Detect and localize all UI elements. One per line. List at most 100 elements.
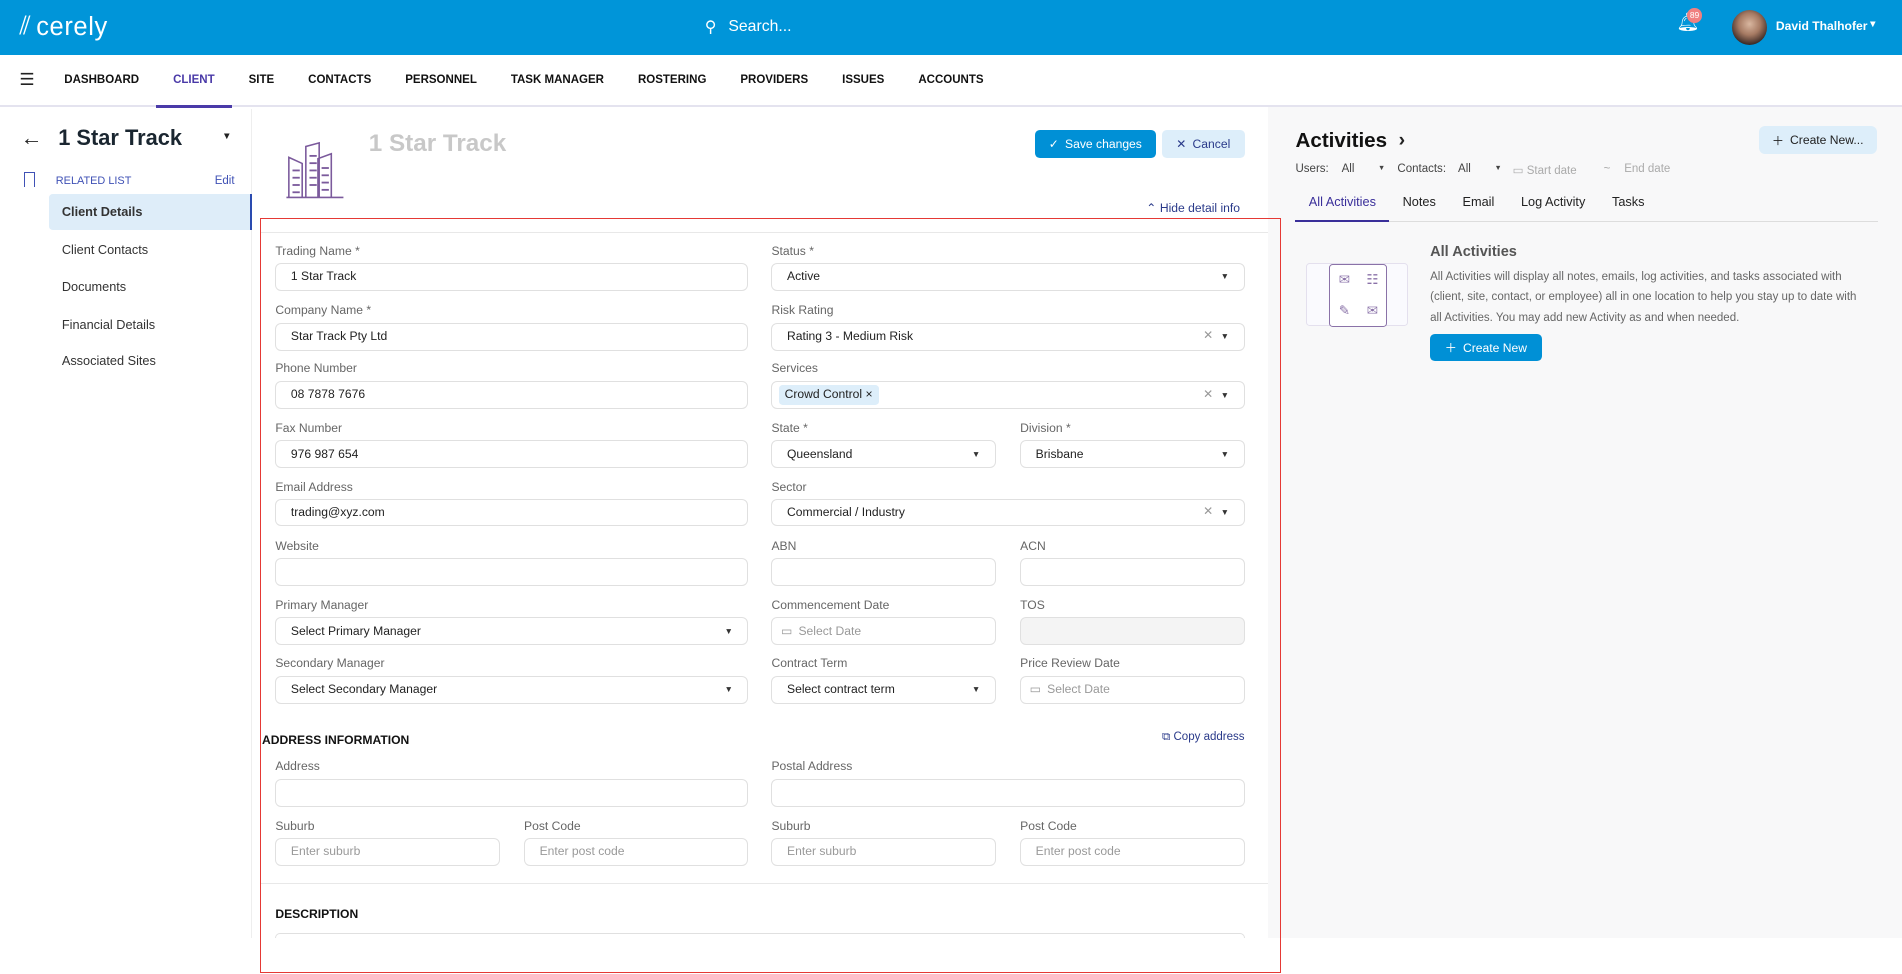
caret-down-icon[interactable]: ▼ [1868, 19, 1878, 30]
price-review-date-picker[interactable]: ▭ Select Date [1020, 675, 1245, 704]
tab-tasks[interactable]: Tasks [1599, 182, 1658, 221]
contacts-filter-select[interactable]: All ▼ [1458, 163, 1502, 175]
placeholder: Enter suburb [787, 844, 857, 859]
secondary-manager-select[interactable]: Select Secondary Manager ▼ [275, 675, 749, 704]
nav-task-manager[interactable]: TASK MANAGER [494, 54, 621, 106]
acn-input[interactable] [1020, 557, 1245, 586]
copy-label: Copy address [1173, 731, 1245, 744]
chevron-right-icon[interactable]: › [1399, 129, 1405, 152]
cancel-button[interactable]: ✕ Cancel [1162, 129, 1245, 158]
postal-suburb-input[interactable]: Enter suburb [771, 838, 996, 867]
fax-label: Fax Number [275, 420, 343, 435]
search-input[interactable]: ⚲ Search... [705, 17, 792, 37]
clear-icon[interactable]: ✕ [1203, 387, 1213, 401]
caret-down-icon: ▼ [1220, 331, 1229, 342]
value: All [1341, 162, 1355, 175]
email-label: Email Address [275, 480, 353, 495]
division-select[interactable]: Brisbane ▼ [1020, 440, 1245, 469]
clear-icon[interactable]: ✕ [1203, 504, 1213, 518]
back-arrow-icon[interactable]: ← [21, 125, 43, 151]
save-changes-button[interactable]: ✓ Save changes [1034, 129, 1156, 158]
value: Active [787, 269, 821, 284]
description-input[interactable] [275, 932, 1245, 938]
description-heading: DESCRIPTION [275, 907, 359, 922]
suburb-input[interactable]: Enter suburb [275, 838, 500, 867]
nav-dashboard[interactable]: DASHBOARD [47, 54, 156, 106]
calendar-icon: ▭ [1029, 681, 1042, 696]
create-new-activity-button[interactable]: ＋ Create New [1430, 333, 1542, 362]
abn-input[interactable] [771, 557, 996, 586]
contacts-filter-label: Contacts: [1397, 162, 1447, 175]
website-input[interactable] [275, 557, 749, 586]
avatar[interactable] [1732, 9, 1768, 45]
sector-label: Sector [771, 480, 807, 495]
menu-icon[interactable]: ☰ [19, 71, 35, 88]
value: 1 Star Track [290, 269, 357, 284]
start-date-input[interactable]: ▭ Start date [1513, 163, 1577, 177]
remove-tag-icon[interactable]: × [865, 387, 872, 401]
clear-icon[interactable]: ✕ [1203, 328, 1213, 342]
post-code-input[interactable]: Enter post code [524, 838, 749, 867]
calendar-icon: ▭ [1512, 164, 1524, 177]
postal-address-input[interactable] [771, 778, 1245, 807]
nav-site[interactable]: SITE [232, 54, 292, 106]
nav-personnel[interactable]: PERSONNEL [388, 54, 494, 106]
address-input[interactable] [275, 778, 749, 807]
activities-title: Activities [1295, 128, 1388, 152]
tab-all-activities[interactable]: All Activities [1295, 182, 1390, 223]
tab-notes[interactable]: Notes [1389, 182, 1449, 221]
division-label: Division * [1020, 420, 1071, 435]
contract-term-select[interactable]: Select contract term ▼ [771, 675, 996, 704]
nav-issues[interactable]: ISSUES [825, 54, 901, 106]
close-icon: ✕ [1176, 136, 1187, 151]
fax-input[interactable]: 976 987 654 [275, 440, 749, 469]
value: Select Secondary Manager [290, 681, 438, 696]
caret-down-icon: ▼ [724, 625, 733, 636]
sidebar-item-documents[interactable]: Documents [49, 269, 253, 305]
risk-rating-select[interactable]: Rating 3 - Medium Risk ✕ ▼ [771, 322, 1245, 351]
tab-email[interactable]: Email [1449, 182, 1507, 221]
commencement-date-picker[interactable]: ▭ Select Date [771, 617, 996, 646]
postal-post-code-input[interactable]: Enter post code [1020, 838, 1245, 867]
placeholder: Select Date [798, 623, 862, 638]
nav-rostering[interactable]: ROSTERING [621, 54, 723, 106]
create-new-menu-button[interactable]: ＋ Create New... [1758, 126, 1877, 155]
logo[interactable]: ⫽ cerely [19, 12, 107, 42]
sidebar-item-client-details[interactable]: Client Details [48, 194, 253, 231]
users-filter-select[interactable]: All ▼ [1342, 163, 1386, 175]
state-select[interactable]: Queensland ▼ [771, 440, 996, 469]
nav-providers[interactable]: PROVIDERS [723, 54, 825, 106]
client-switch-caret-icon[interactable]: ▼ [222, 131, 232, 142]
value: Commercial / Industry [787, 504, 905, 519]
tab-log-activity[interactable]: Log Activity [1508, 182, 1599, 221]
sector-select[interactable]: Commercial / Industry ✕ ▼ [771, 498, 1245, 527]
chevron-up-icon: ⌃ [1146, 201, 1157, 216]
value: Star Track Pty Ltd [290, 328, 388, 343]
sidebar-item-financial-details[interactable]: Financial Details [49, 307, 253, 343]
end-date-input[interactable]: End date [1624, 163, 1670, 175]
secondary-manager-label: Secondary Manager [275, 656, 385, 671]
nav-client[interactable]: CLIENT [156, 54, 232, 109]
nav-contacts[interactable]: CONTACTS [291, 54, 388, 106]
company-name-input[interactable]: Star Track Pty Ltd [275, 322, 749, 351]
postal-suburb-label: Suburb [771, 818, 811, 833]
create-new-label: Create New... [1790, 133, 1864, 148]
suburb-label: Suburb [275, 818, 315, 833]
status-select[interactable]: Active ▼ [771, 263, 1245, 292]
related-list-edit[interactable]: Edit [215, 175, 235, 187]
divider [260, 883, 1268, 885]
trading-name-input[interactable]: 1 Star Track [275, 263, 749, 292]
sidebar-item-associated-sites[interactable]: Associated Sites [49, 343, 253, 379]
copy-address-link[interactable]: ⧉ Copy address [1162, 731, 1245, 744]
hide-detail-info-link[interactable]: ⌃ Hide detail info [1146, 201, 1240, 215]
phone-input[interactable]: 08 7878 7676 [275, 380, 749, 409]
nav-accounts[interactable]: ACCOUNTS [901, 54, 1000, 106]
value: Rating 3 - Medium Risk [787, 328, 914, 343]
sidebar-item-client-contacts[interactable]: Client Contacts [49, 232, 253, 268]
user-name[interactable]: David Thalhofer [1776, 19, 1868, 33]
primary-manager-select[interactable]: Select Primary Manager ▼ [275, 617, 749, 646]
value: Select contract term [787, 681, 895, 696]
email-input[interactable]: trading@xyz.com [275, 498, 749, 527]
post-code-label: Post Code [524, 818, 581, 833]
services-select[interactable]: Crowd Control × ✕ ▼ [771, 380, 1245, 409]
